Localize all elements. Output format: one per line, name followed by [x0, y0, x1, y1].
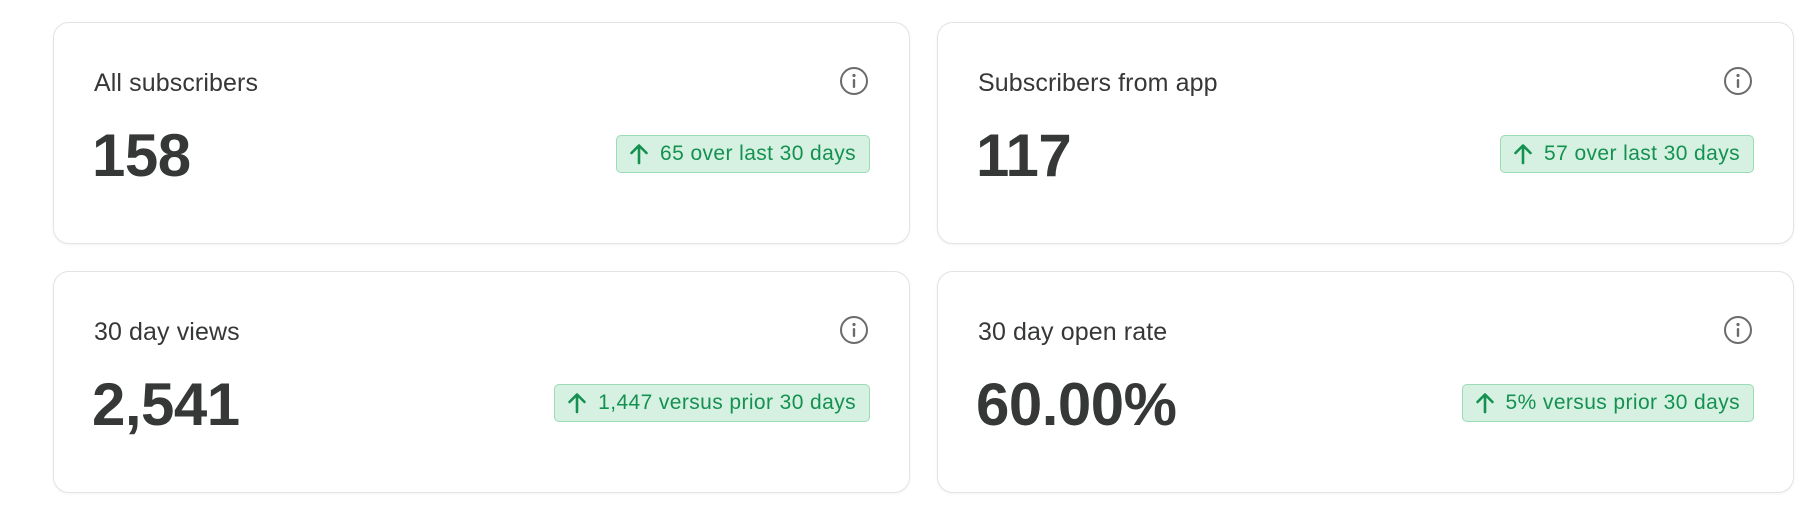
stat-value: 60.00%: [976, 371, 1177, 438]
stat-card-30-day-views: 30 day views 2,541 1,447 versus prior 30…: [53, 271, 910, 493]
trend-badge: 65 over last 30 days: [616, 135, 870, 173]
stat-card-subscribers-from-app: Subscribers from app 117 57 over last 30…: [937, 22, 1794, 244]
stat-card-30-day-open-rate: 30 day open rate 60.00% 5% versus prior …: [937, 271, 1794, 493]
info-icon[interactable]: [839, 66, 869, 96]
trend-text: 1,447 versus prior 30 days: [598, 391, 856, 414]
info-icon[interactable]: [1723, 315, 1753, 345]
trend-text: 65 over last 30 days: [660, 142, 856, 165]
trend-badge: 5% versus prior 30 days: [1461, 384, 1754, 422]
stats-grid: All subscribers 158 65 over last 30 days…: [0, 0, 1800, 514]
stat-title: All subscribers: [94, 69, 259, 97]
trend-text: 5% versus prior 30 days: [1505, 391, 1740, 414]
stat-value: 2,541: [92, 371, 240, 438]
stat-value: 117: [976, 122, 1072, 189]
stat-card-all-subscribers: All subscribers 158 65 over last 30 days: [53, 22, 910, 244]
arrow-up-icon: [1513, 143, 1533, 165]
stat-title: 30 day open rate: [978, 318, 1168, 346]
trend-badge: 1,447 versus prior 30 days: [554, 384, 870, 422]
trend-badge: 57 over last 30 days: [1500, 135, 1754, 173]
info-icon[interactable]: [1723, 66, 1753, 96]
arrow-up-icon: [1475, 392, 1495, 414]
stat-value: 158: [92, 122, 191, 189]
arrow-up-icon: [567, 392, 587, 414]
trend-text: 57 over last 30 days: [1544, 142, 1740, 165]
stat-title: 30 day views: [94, 318, 240, 346]
info-icon[interactable]: [839, 315, 869, 345]
arrow-up-icon: [629, 143, 649, 165]
stat-title: Subscribers from app: [978, 69, 1218, 97]
